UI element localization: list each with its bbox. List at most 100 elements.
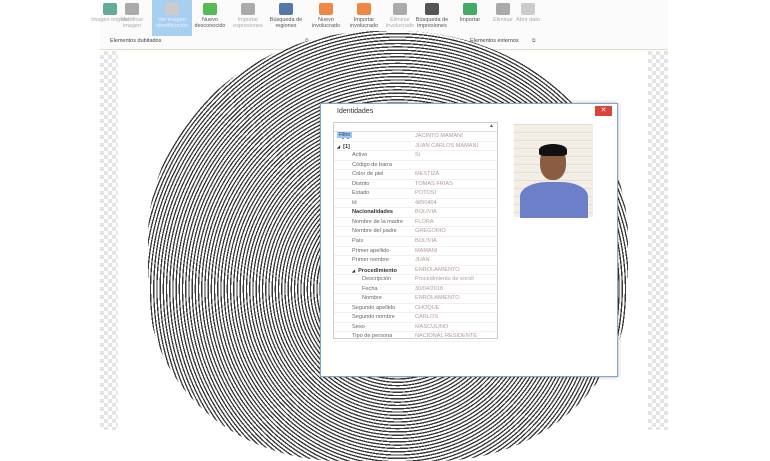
property-key-text: Nombre de la madre (352, 218, 403, 225)
property-value: Procedimiento de enroll (415, 276, 474, 283)
property-row[interactable]: Nacionalidades BOLIVIA (334, 208, 497, 218)
property-key-text: Sexo (352, 323, 365, 330)
property-value: JUAN (415, 257, 430, 264)
property-value: FLORA (415, 218, 434, 225)
ribbon-button-icon (319, 3, 333, 15)
property-key: Primer nombre (334, 256, 415, 265)
grid-filter[interactable]: Filtro ▲ (334, 123, 497, 138)
property-key: Tipo de persona (334, 332, 415, 341)
property-row[interactable]: Color de piel MESTIZA (334, 170, 497, 180)
property-key-text: Activo (352, 152, 368, 159)
property-key: Sexo (334, 323, 415, 332)
dialog-title: Identidades (337, 108, 374, 115)
property-value: Si (415, 152, 420, 159)
property-row[interactable]: ◢ Procedimiento ENROLAMIENTO (334, 266, 497, 276)
property-value: NACIONAL RESIDENTE (415, 333, 477, 340)
ribbon-button-icon (357, 3, 371, 15)
property-key: Nombre (334, 294, 415, 303)
ribbon-button-label: Ver imagen identificación (156, 17, 188, 29)
property-key-text: Id (352, 199, 357, 206)
property-key: Código de barra (334, 161, 415, 170)
property-value: JACINTO MAMANI (415, 133, 463, 139)
property-key: Estado (334, 189, 415, 198)
property-key-text: Fecha (362, 285, 378, 292)
property-row[interactable]: País BOLIVIA (334, 237, 497, 247)
property-value: CHOQUE (415, 304, 440, 311)
property-value: BOLIVIA (415, 238, 437, 245)
ribbon-button-label: Importar involucrado (349, 17, 379, 29)
property-key-text: Segundo apellido (352, 304, 396, 311)
property-row[interactable]: Activo Si (334, 151, 497, 161)
ribbon-button-label: Importar (459, 17, 481, 23)
property-row[interactable]: Fecha 30/04/2018 (334, 285, 497, 295)
property-row[interactable]: Nombre del padre GREGORIO (334, 227, 497, 238)
property-row[interactable]: Código de barra (334, 161, 497, 171)
ribbon-button-9[interactable]: Búsqueda de impresiones (412, 0, 452, 36)
ribbon-button-icon (393, 3, 407, 15)
scroll-up-icon[interactable]: ▲ (489, 123, 494, 129)
property-row[interactable]: Tipo de persona NACIONAL RESIDENTE (334, 332, 497, 343)
property-value: ENROLAMIENTO (415, 266, 460, 273)
property-value: GREGORIO (415, 228, 446, 235)
close-button[interactable]: ✕ (595, 106, 612, 116)
property-key: Nombre de la madre (334, 218, 415, 227)
property-row[interactable]: Segundo apellido CHOQUE (334, 304, 497, 314)
property-key-text: Código de barra (352, 161, 393, 168)
ribbon-button-2[interactable]: Ver imagen identificación (152, 0, 192, 36)
ribbon-button-label: Importar expresiones (233, 17, 263, 29)
property-key-text: [1] (343, 143, 350, 150)
property-key-text: Estado (352, 190, 370, 197)
ribbon-button-icon (165, 3, 179, 15)
expand-icon[interactable]: ◢ (337, 144, 340, 149)
group-expand-icon[interactable]: ⧉ (532, 38, 536, 44)
ribbon-button-label: Nuevo involucrado (311, 17, 341, 29)
property-value: MAMANI (415, 247, 438, 254)
expand-icon[interactable]: ◢ (352, 268, 355, 273)
property-row[interactable]: Descripción Procedimiento de enroll (334, 275, 497, 285)
property-key-text: Segundo nombre (352, 314, 395, 321)
dialog-title-bar: Identidades ✕ (321, 104, 617, 120)
ribbon-button-icon (521, 3, 535, 15)
property-key-text: Color de piel (352, 171, 384, 178)
property-row[interactable]: Distrito TOMAS FRIAS (334, 180, 497, 190)
ribbon-button-5[interactable]: Búsqueda de regiones (266, 0, 306, 36)
property-key: Segundo apellido (334, 304, 415, 313)
ribbon-button-3[interactable]: Nuevo desconocido (190, 0, 230, 36)
property-key: Nacionalidades (334, 208, 415, 217)
property-row[interactable]: Primer nombre JUAN (334, 256, 497, 266)
ribbon-button-label: Eliminar involucrado (385, 17, 415, 29)
filter-label: Filtro (337, 132, 353, 138)
property-row[interactable]: ◢ [1] JUAN CARLOS MAMANI (334, 142, 497, 152)
property-value (415, 161, 497, 170)
property-key: Color de piel (334, 170, 415, 179)
property-value: 30/04/2018 (415, 285, 443, 292)
property-key-text: Descripción (362, 276, 392, 283)
property-row[interactable]: Sexo MASCULINO (334, 323, 497, 333)
person-photo (514, 124, 593, 218)
property-key-text: Primer nombre (352, 257, 389, 264)
ribbon-button-icon (203, 3, 217, 15)
identidades-dialog: Identidades ✕ Filtro ▲ ▸[0]JACINTO MAMANI… (320, 103, 618, 377)
ribbon-button-label: Modificar imagen (120, 17, 144, 29)
property-row[interactable]: Nombre ENROLAMIENTO (334, 294, 497, 304)
property-value: ENROLAMIENTO (415, 295, 460, 302)
property-row[interactable]: Segundo nombre CARLOS (334, 313, 497, 323)
ribbon-button-icon (463, 3, 477, 15)
property-grid: Filtro ▲ ▸[0]JACINTO MAMANI◢[1]JUAN CARLO… (333, 122, 498, 343)
property-row[interactable]: Nombre de la madre FLORA (334, 218, 497, 228)
ribbon-button-1[interactable]: Modificar imagen (112, 0, 152, 36)
ribbon-button-12[interactable]: Abrir dato (508, 0, 548, 36)
property-key: Activo (334, 151, 415, 160)
property-key: Id (334, 199, 415, 208)
property-row[interactable]: Primer apellido MAMANI (334, 247, 497, 257)
property-key: Descripción (334, 275, 415, 284)
ribbon-button-4[interactable]: Importar expresiones (228, 0, 268, 36)
property-row[interactable]: ▸[0]JACINTO MAMANI (334, 132, 497, 142)
property-row[interactable]: Estado POTOSI (334, 189, 497, 199)
property-key-text: Distrito (352, 180, 370, 187)
property-value: 4850404 (415, 199, 437, 206)
property-row[interactable]: Id 4850404 (334, 199, 497, 209)
ribbon-button-6[interactable]: Nuevo involucrado (306, 0, 346, 36)
property-key: País (334, 237, 415, 246)
property-key: ◢ [1] (334, 142, 415, 151)
